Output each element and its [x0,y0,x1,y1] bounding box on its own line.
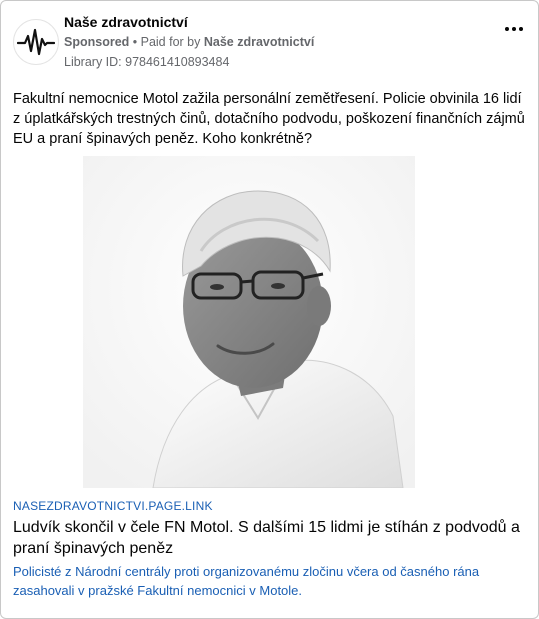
heartbeat-logo-icon [17,28,55,56]
post-image[interactable] [83,156,415,488]
post-text: Fakultní nemocnice Motol zažila personál… [13,91,525,147]
payer-name[interactable]: Naše zdravotnictví [204,35,314,49]
link-domain[interactable]: NASEZDRAVOTNICTVI.PAGE.LINK [13,499,528,513]
link-preview[interactable]: NASEZDRAVOTNICTVI.PAGE.LINK Ludvík skonč… [13,499,528,600]
paid-for-label: • Paid for by [129,35,204,49]
post-header: Naše zdravotnictví Sponsored • Paid for … [13,13,526,73]
portrait-photo [83,156,415,488]
library-id: Library ID: 978461410893484 [64,55,230,69]
sponsored-label: Sponsored [64,35,130,49]
page-avatar[interactable] [13,19,59,65]
sponsored-post-card: Naše zdravotnictví Sponsored • Paid for … [0,0,539,619]
link-description[interactable]: Policisté z Národní centrály proti organ… [13,562,528,600]
link-headline[interactable]: Ludvík skončil v čele FN Motol. S dalším… [13,517,528,559]
more-options-icon[interactable] [502,21,526,37]
sponsored-line: Sponsored • Paid for by Naše zdravotnict… [64,35,314,49]
page-name-link[interactable]: Naše zdravotnictví [64,14,188,30]
